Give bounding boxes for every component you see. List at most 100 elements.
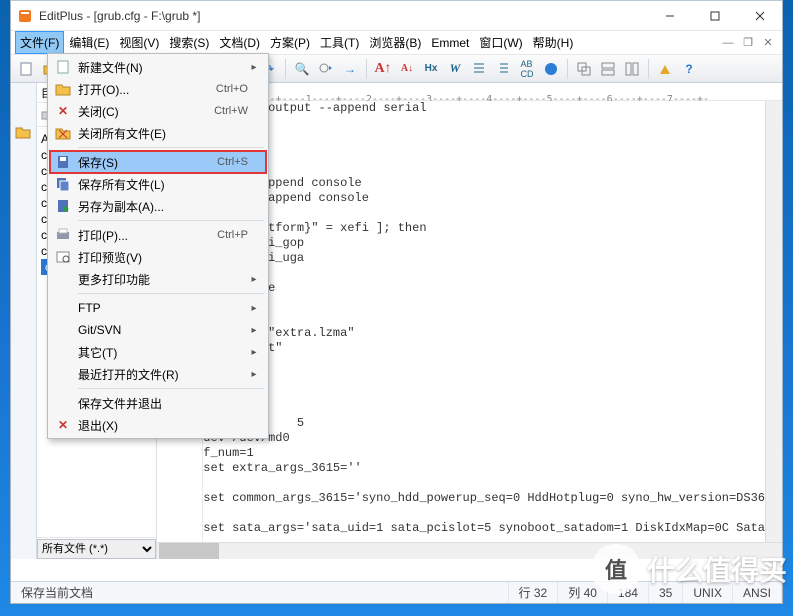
- menu-row[interactable]: 保存(S)Ctrl+S: [50, 151, 266, 173]
- submenu-arrow-icon: ▸: [248, 325, 260, 336]
- submenu-arrow-icon: ▸: [248, 62, 260, 73]
- watermark: 值 什么值得买: [591, 544, 787, 594]
- tool-cascade-icon[interactable]: [573, 58, 595, 80]
- watermark-bubble-icon: 值: [591, 544, 641, 594]
- tool-launch-icon[interactable]: [654, 58, 676, 80]
- menu-row[interactable]: 打印预览(V): [50, 246, 266, 268]
- menu-label: 另存为副本(A)...: [76, 198, 248, 215]
- open-icon: [50, 82, 76, 96]
- menu-label: 新建文件(N): [76, 59, 248, 76]
- menu-label: 关闭所有文件(E): [76, 125, 248, 142]
- menu-file[interactable]: 文件(F): [15, 31, 64, 54]
- print-icon: [50, 228, 76, 242]
- maximize-button[interactable]: [692, 1, 737, 31]
- menu-document[interactable]: 文档(D): [214, 31, 265, 54]
- save-icon: [50, 154, 76, 170]
- submenu-arrow-icon: ▸: [248, 274, 260, 285]
- vertical-scrollbar[interactable]: [765, 101, 782, 542]
- close-button[interactable]: [737, 1, 782, 31]
- menu-row[interactable]: Git/SVN▸: [50, 319, 266, 341]
- saveall-icon: [50, 176, 76, 192]
- menu-label: FTP: [76, 301, 248, 315]
- menu-shortcut: Ctrl+S: [217, 156, 248, 168]
- file-filter[interactable]: 所有文件 (*.*): [37, 537, 156, 559]
- code-editor[interactable]: terminal_output --append serial clear in…: [203, 101, 765, 542]
- tool-help-icon[interactable]: ?: [678, 58, 700, 80]
- menu-search[interactable]: 搜索(S): [164, 31, 214, 54]
- app-window: EditPlus - [grub.cfg - F:\grub *] 文件(F) …: [10, 0, 783, 604]
- menu-bar: 文件(F) 编辑(E) 视图(V) 搜索(S) 文档(D) 方案(P) 工具(T…: [11, 31, 782, 55]
- window-title: EditPlus - [grub.cfg - F:\grub *]: [39, 9, 200, 23]
- file-menu-dropdown: 新建文件(N)▸打开(O)...Ctrl+O✕关闭(C)Ctrl+W关闭所有文件…: [47, 53, 269, 439]
- menu-tools[interactable]: 工具(T): [315, 31, 364, 54]
- submenu-arrow-icon: ▸: [248, 347, 260, 358]
- close-icon: ✕: [50, 104, 76, 118]
- exit-icon: ✕: [50, 418, 76, 432]
- tool-font-small-icon[interactable]: A↓: [396, 58, 418, 80]
- menu-label: 打开(O)...: [76, 81, 216, 98]
- menu-row[interactable]: 新建文件(N)▸: [50, 56, 266, 78]
- menu-row[interactable]: 另存为副本(A)...: [50, 195, 266, 217]
- closeall-icon: [50, 126, 76, 140]
- menu-row[interactable]: ✕关闭(C)Ctrl+W: [50, 100, 266, 122]
- menu-label: 打印(P)...: [76, 227, 217, 244]
- menu-row[interactable]: ✕退出(X): [50, 414, 266, 436]
- menu-label: Git/SVN: [76, 323, 248, 337]
- menu-shortcut: Ctrl+O: [216, 83, 248, 95]
- menu-shortcut: Ctrl+W: [214, 105, 248, 117]
- menu-label: 保存(S): [76, 154, 217, 171]
- window-controls: [647, 1, 782, 31]
- side-folder-icon[interactable]: [11, 121, 35, 143]
- status-line: 行 32: [509, 582, 559, 603]
- menu-shortcut: Ctrl+P: [217, 229, 248, 241]
- menu-row[interactable]: 其它(T)▸: [50, 341, 266, 363]
- minimize-button[interactable]: [647, 1, 692, 31]
- title-bar: EditPlus - [grub.cfg - F:\grub *]: [11, 1, 782, 31]
- menu-row[interactable]: 关闭所有文件(E): [50, 122, 266, 144]
- menu-row[interactable]: 最近打开的文件(R)▸: [50, 363, 266, 385]
- savecopy-icon: [50, 198, 76, 214]
- menu-window[interactable]: 窗口(W): [474, 31, 527, 54]
- app-icon: [17, 8, 33, 24]
- tool-hex-icon[interactable]: Hx: [420, 58, 442, 80]
- menu-view[interactable]: 视图(V): [114, 31, 164, 54]
- mdi-restore-icon[interactable]: ❐: [738, 35, 758, 51]
- menu-row[interactable]: 更多打印功能▸: [50, 268, 266, 290]
- menu-help[interactable]: 帮助(H): [528, 31, 579, 54]
- menu-label: 保存文件并退出: [76, 395, 248, 412]
- menu-row[interactable]: 打印(P)...Ctrl+P: [50, 224, 266, 246]
- tool-tile-v-icon[interactable]: [621, 58, 643, 80]
- menu-label: 最近打开的文件(R): [76, 366, 248, 383]
- tool-indent-icon[interactable]: [468, 58, 490, 80]
- menu-row[interactable]: FTP▸: [50, 297, 266, 319]
- new-icon: [50, 59, 76, 75]
- menu-row[interactable]: 保存所有文件(L): [50, 173, 266, 195]
- filter-select[interactable]: 所有文件 (*.*): [37, 539, 156, 559]
- tool-new-icon[interactable]: [15, 58, 37, 80]
- tool-outdent-icon[interactable]: [492, 58, 514, 80]
- menu-edit[interactable]: 编辑(E): [64, 31, 114, 54]
- menu-label: 更多打印功能: [76, 271, 248, 288]
- menu-row[interactable]: 打开(O)...Ctrl+O: [50, 78, 266, 100]
- tool-find-next-icon[interactable]: [315, 58, 337, 80]
- vertical-toolbar: [11, 83, 37, 559]
- menu-emmet[interactable]: Emmet: [426, 33, 474, 53]
- tool-browser-icon[interactable]: [540, 58, 562, 80]
- tool-font-large-icon[interactable]: A↑: [372, 58, 394, 80]
- menu-label: 打印预览(V): [76, 249, 248, 266]
- menu-project[interactable]: 方案(P): [265, 31, 315, 54]
- tool-ab-icon[interactable]: ABCD: [516, 58, 538, 80]
- preview-icon: [50, 250, 76, 264]
- menu-row[interactable]: 保存文件并退出: [50, 392, 266, 414]
- tool-tile-h-icon[interactable]: [597, 58, 619, 80]
- menu-label: 关闭(C): [76, 103, 214, 120]
- mdi-minimize-icon[interactable]: —: [718, 35, 738, 51]
- tool-goto-icon[interactable]: →: [339, 58, 361, 80]
- tool-wrap-icon[interactable]: W: [444, 58, 466, 80]
- menu-label: 保存所有文件(L): [76, 176, 248, 193]
- watermark-text: 什么值得买: [647, 549, 787, 589]
- menu-label: 退出(X): [76, 417, 248, 434]
- menu-browser[interactable]: 浏览器(B): [364, 31, 426, 54]
- mdi-close-icon[interactable]: ✕: [758, 35, 778, 51]
- tool-find-icon[interactable]: 🔍: [291, 58, 313, 80]
